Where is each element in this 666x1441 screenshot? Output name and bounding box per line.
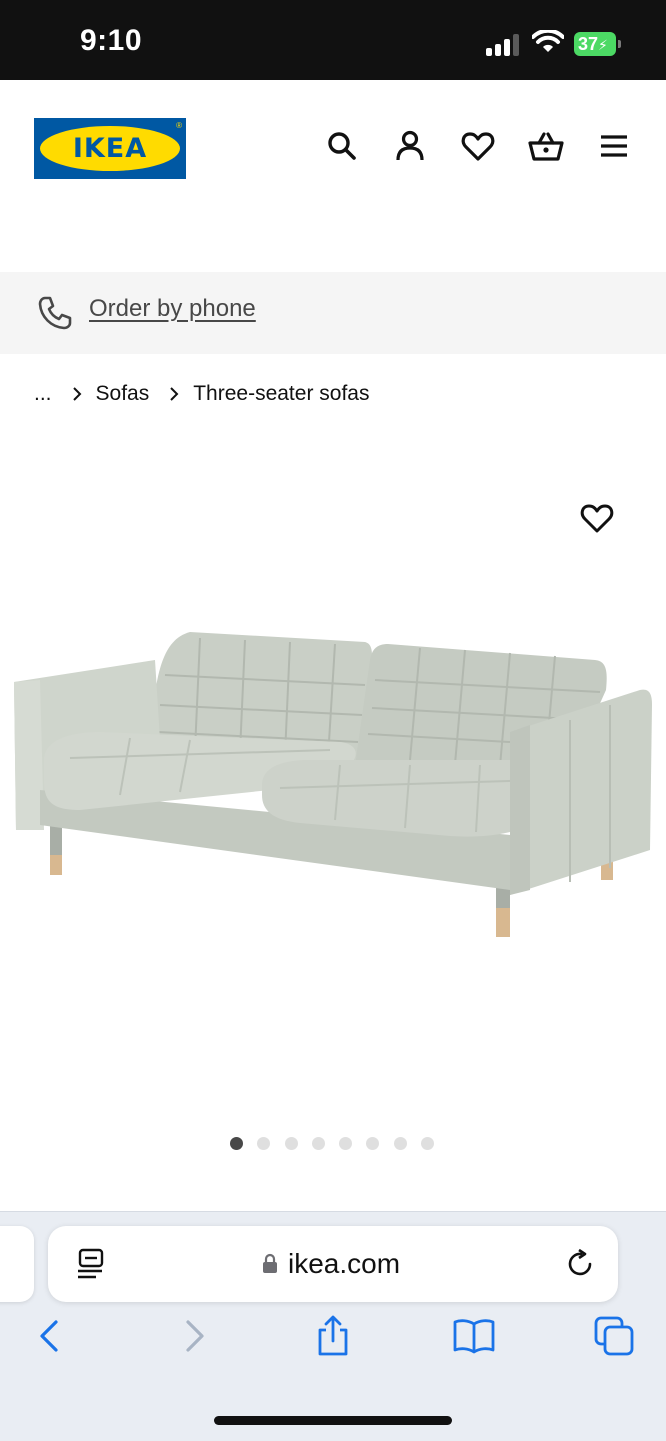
lock-icon xyxy=(263,1253,277,1273)
breadcrumb-item-ellipsis[interactable]: ... xyxy=(34,382,52,406)
back-icon[interactable] xyxy=(28,1314,72,1358)
chevron-right-icon xyxy=(72,387,81,401)
logo-registered-mark: ® xyxy=(176,121,182,130)
breadcrumb-item-three-seater-sofas[interactable]: Three-seater sofas xyxy=(193,382,369,406)
profile-icon[interactable] xyxy=(392,128,428,164)
forward-icon[interactable] xyxy=(172,1314,216,1358)
carousel-dot[interactable] xyxy=(230,1137,243,1150)
carousel-indicator xyxy=(230,1137,448,1151)
url-text: ikea.com xyxy=(288,1248,401,1279)
tabs-icon[interactable] xyxy=(592,1314,636,1358)
breadcrumb-item-sofas[interactable]: Sofas xyxy=(96,382,150,406)
site-header: IKEA ® xyxy=(0,80,666,272)
home-indicator[interactable] xyxy=(214,1416,452,1425)
order-by-phone-banner: Order by phone xyxy=(0,272,666,354)
previous-tab-preview[interactable] xyxy=(0,1226,34,1302)
chevron-right-icon xyxy=(170,387,179,401)
hamburger-menu-icon[interactable] xyxy=(596,128,632,164)
address-bar[interactable]: ikea.com xyxy=(48,1226,618,1302)
reader-mode-icon[interactable] xyxy=(76,1248,106,1280)
carousel-dot[interactable] xyxy=(393,1137,407,1150)
phone-icon xyxy=(38,296,72,330)
breadcrumb: ... Sofas Three-seater sofas xyxy=(34,380,369,408)
heart-icon[interactable] xyxy=(460,128,496,164)
heart-outline-icon[interactable] xyxy=(579,500,615,536)
battery-level: 37 xyxy=(578,34,599,54)
carousel-dot[interactable] xyxy=(284,1137,298,1150)
status-time: 9:10 xyxy=(80,24,143,57)
carousel-dot[interactable] xyxy=(366,1137,380,1150)
carousel-dot[interactable] xyxy=(311,1137,325,1150)
battery-charging-icon: 37⚡ xyxy=(574,32,616,56)
search-icon[interactable] xyxy=(324,128,360,164)
logo-oval: IKEA xyxy=(40,126,180,171)
order-by-phone-link[interactable]: Order by phone xyxy=(89,295,256,323)
battery-cap xyxy=(618,40,621,48)
carousel-dot[interactable] xyxy=(339,1137,353,1150)
status-bar: 9:10 37⚡ xyxy=(0,0,666,80)
carousel-dot[interactable] xyxy=(257,1137,271,1150)
sofa-image xyxy=(14,632,652,937)
shopping-basket-icon[interactable] xyxy=(528,128,564,164)
share-icon[interactable] xyxy=(311,1314,355,1358)
wifi-icon xyxy=(532,30,564,52)
ikea-logo[interactable]: IKEA ® xyxy=(34,118,186,179)
logo-text: IKEA xyxy=(72,133,148,164)
cellular-signal-icon xyxy=(486,34,522,56)
reload-icon[interactable] xyxy=(566,1248,596,1280)
carousel-dot[interactable] xyxy=(421,1137,435,1150)
bookmarks-icon[interactable] xyxy=(452,1314,496,1358)
